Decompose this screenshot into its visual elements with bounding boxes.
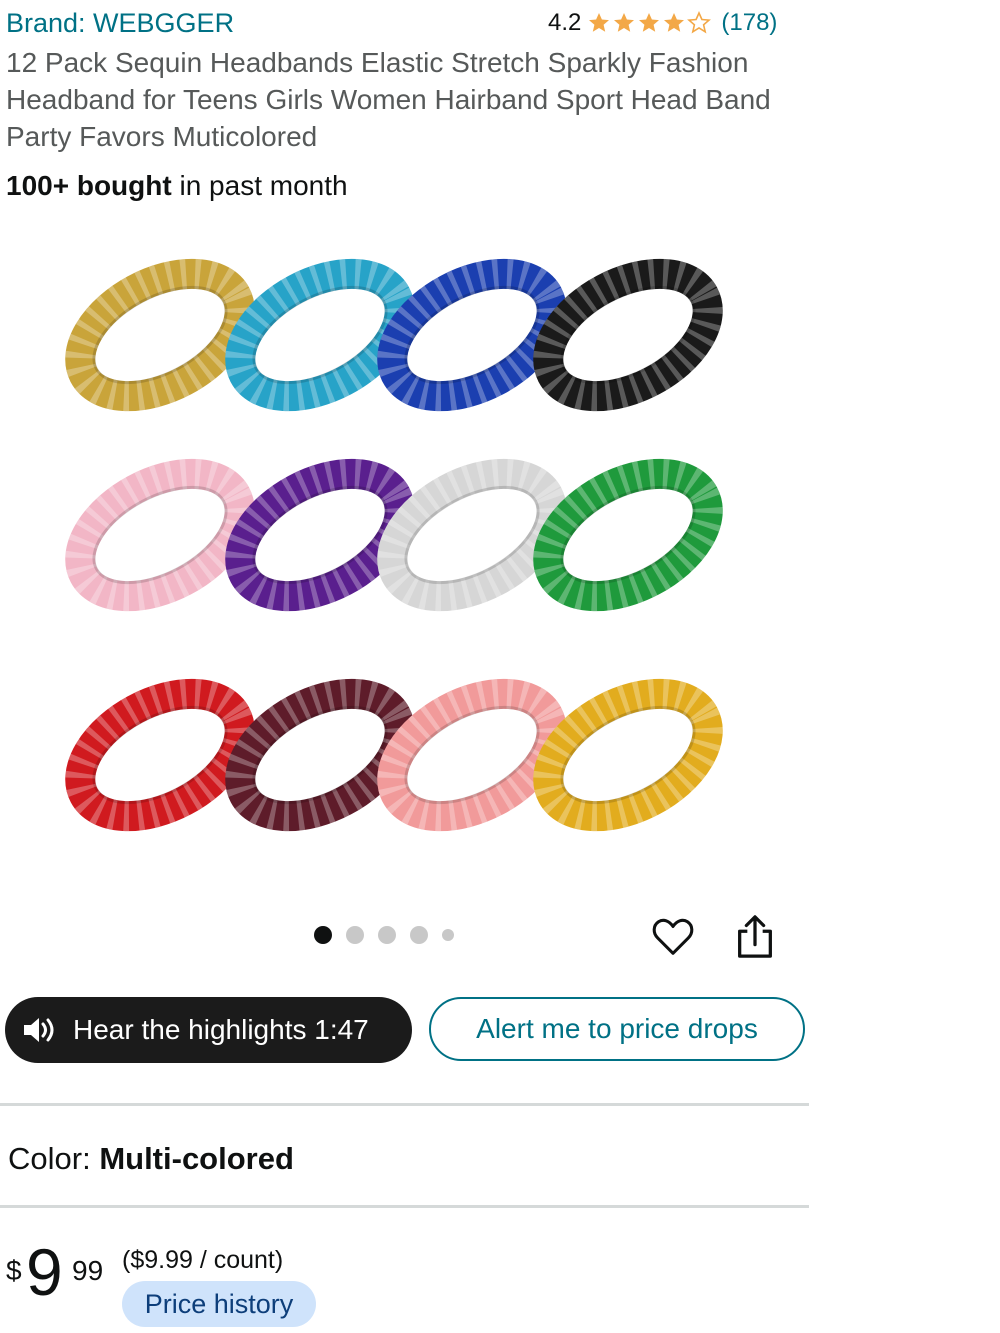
product-image[interactable] — [60, 235, 740, 855]
star-full-icon — [589, 13, 610, 32]
headband-item — [65, 678, 255, 832]
headband-item — [533, 678, 723, 832]
carousel-dot[interactable] — [346, 926, 364, 944]
rating-value: 4.2 — [548, 9, 582, 36]
star-full-icon — [664, 13, 685, 32]
carousel-dot[interactable] — [442, 929, 454, 941]
bought-count: 100+ bought in past month — [6, 170, 348, 202]
color-selection: Color: Multi-colored — [8, 1141, 294, 1177]
star-full-icon — [614, 13, 635, 32]
headband-item — [65, 258, 255, 412]
color-value: Multi-colored — [99, 1141, 294, 1176]
headband-item — [533, 458, 723, 612]
divider — [0, 1103, 809, 1106]
price: $ 9 99 — [6, 1239, 126, 1325]
price-symbol: $ — [6, 1255, 22, 1286]
carousel-dot[interactable] — [410, 926, 428, 944]
speaker-icon — [24, 1018, 54, 1042]
rating[interactable]: 4.2 (178) — [548, 6, 777, 40]
divider — [0, 1205, 809, 1208]
carousel-dot[interactable] — [378, 926, 396, 944]
star-rating — [587, 11, 712, 35]
carousel-dot-active[interactable] — [314, 926, 332, 944]
price-history-label: Price history — [144, 1288, 294, 1319]
price-alert-button[interactable]: Alert me to price drops — [429, 997, 805, 1061]
rating-count[interactable]: (178) — [721, 9, 777, 37]
unit-price: ($9.99 / count) — [122, 1246, 284, 1274]
headband-item — [533, 258, 723, 412]
carousel-dots[interactable] — [314, 926, 454, 944]
bought-count-bold: 100+ bought — [6, 170, 172, 201]
product-title: 12 Pack Sequin Headbands Elastic Stretch… — [6, 47, 771, 152]
price-alert-label: Alert me to price drops — [476, 1013, 758, 1044]
star-empty-icon — [687, 11, 712, 34]
price-whole: 9 — [26, 1235, 63, 1309]
share-icon[interactable] — [732, 912, 778, 962]
heart-icon[interactable] — [650, 914, 696, 960]
headband-item — [65, 458, 255, 612]
hear-highlights-label: Hear the highlights 1:47 — [73, 1014, 369, 1045]
brand-link[interactable]: Brand: WEBGGER — [6, 8, 234, 39]
price-history-button[interactable]: Price history — [122, 1281, 316, 1327]
hear-highlights-button[interactable]: Hear the highlights 1:47 — [5, 997, 412, 1063]
bought-count-rest: in past month — [171, 170, 348, 201]
star-full-icon — [639, 13, 660, 32]
color-label: Color: — [8, 1141, 100, 1176]
price-fraction: 99 — [72, 1255, 104, 1286]
